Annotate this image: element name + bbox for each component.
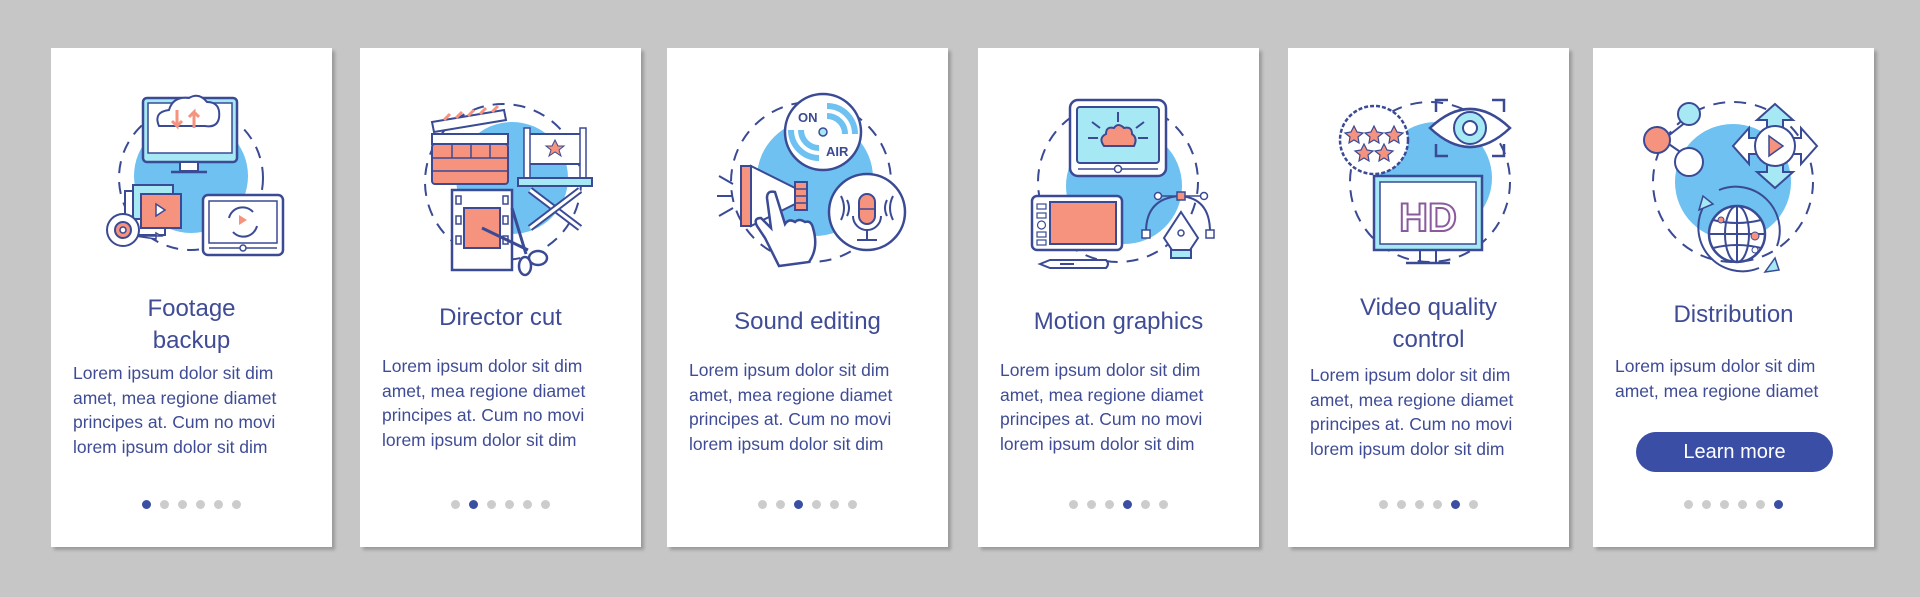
card-title: Distribution bbox=[1673, 301, 1794, 328]
page-indicator bbox=[1593, 500, 1874, 509]
page-dot-3[interactable] bbox=[1105, 500, 1114, 509]
page-dot-1[interactable] bbox=[1069, 500, 1078, 509]
card-title: Video quality control bbox=[1360, 294, 1497, 353]
card-title: Sound editing bbox=[734, 308, 881, 335]
page-indicator bbox=[360, 500, 641, 509]
distribution-illustration bbox=[1643, 101, 1819, 273]
page-dot-6[interactable] bbox=[1469, 500, 1478, 509]
card-description: Lorem ipsum dolor sit dim amet, mea regi… bbox=[73, 363, 277, 457]
page-dot-2[interactable] bbox=[1702, 500, 1711, 509]
onboarding-card-footage-backup: Footage backup Lorem ipsum dolor sit dim… bbox=[51, 48, 332, 547]
page-dot-4[interactable] bbox=[505, 500, 514, 509]
page-dot-3[interactable] bbox=[1415, 500, 1424, 509]
card-description: Lorem ipsum dolor sit dim amet, mea regi… bbox=[1310, 365, 1514, 459]
page-indicator bbox=[667, 500, 948, 509]
page-dot-6[interactable] bbox=[232, 500, 241, 509]
onboarding-card-video-quality-control: HD Video quality control Lorem ipsum dol… bbox=[1288, 48, 1569, 547]
hd-label: HD bbox=[1399, 196, 1457, 240]
page-dot-5[interactable] bbox=[214, 500, 223, 509]
page-dot-2[interactable] bbox=[160, 500, 169, 509]
card-description: Lorem ipsum dolor sit dim amet, mea regi… bbox=[382, 356, 586, 450]
page-dot-3-active[interactable] bbox=[794, 500, 803, 509]
page-dot-4[interactable] bbox=[812, 500, 821, 509]
motion-graphics-illustration bbox=[1030, 98, 1215, 269]
page-indicator bbox=[978, 500, 1259, 509]
sound-editing-illustration: ON AIR bbox=[717, 92, 907, 268]
on-label: ON bbox=[798, 110, 818, 125]
page-dot-4[interactable] bbox=[1433, 500, 1442, 509]
page-dot-5[interactable] bbox=[1756, 500, 1765, 509]
page-dot-6[interactable] bbox=[541, 500, 550, 509]
page-dot-5[interactable] bbox=[523, 500, 532, 509]
page-dot-2[interactable] bbox=[1087, 500, 1096, 509]
air-label: AIR bbox=[826, 144, 849, 159]
card-title: Motion graphics bbox=[1033, 308, 1204, 335]
director-cut-illustration bbox=[424, 103, 593, 277]
five-star-rating-badge-icon bbox=[1338, 104, 1410, 176]
page-dot-6[interactable] bbox=[1159, 500, 1168, 509]
card-title: Director cut bbox=[439, 304, 562, 331]
page-dot-5[interactable] bbox=[1141, 500, 1150, 509]
card-description: Lorem ipsum dolor sit dim amet, mea regi… bbox=[1615, 356, 1819, 401]
page-dot-5-active[interactable] bbox=[1451, 500, 1460, 509]
page-dot-2-active[interactable] bbox=[469, 500, 478, 509]
card-description: Lorem ipsum dolor sit dim amet, mea regi… bbox=[1000, 360, 1204, 454]
microphone-icon bbox=[827, 172, 907, 252]
card-title: Footage backup bbox=[147, 295, 236, 354]
learn-more-button[interactable]: Learn more bbox=[1636, 432, 1833, 472]
page-dot-1[interactable] bbox=[1379, 500, 1388, 509]
page-dot-2[interactable] bbox=[776, 500, 785, 509]
page-dot-3[interactable] bbox=[178, 500, 187, 509]
hd-monitor-icon: HD bbox=[1372, 174, 1484, 265]
page-indicator bbox=[51, 500, 332, 509]
page-dot-3[interactable] bbox=[487, 500, 496, 509]
page-dot-5[interactable] bbox=[830, 500, 839, 509]
video-quality-control-illustration: HD bbox=[1338, 98, 1512, 265]
footage-backup-illustration bbox=[106, 94, 285, 257]
page-dot-1[interactable] bbox=[758, 500, 767, 509]
page-dot-1-active[interactable] bbox=[142, 500, 151, 509]
gear-icon bbox=[106, 213, 140, 247]
page-indicator bbox=[1288, 500, 1569, 509]
tablet-screen-icon bbox=[1068, 98, 1168, 178]
page-dot-4-active[interactable] bbox=[1123, 500, 1132, 509]
page-dot-4[interactable] bbox=[196, 500, 205, 509]
film-strip-icon bbox=[450, 188, 514, 272]
page-dot-6[interactable] bbox=[848, 500, 857, 509]
page-dot-2[interactable] bbox=[1397, 500, 1406, 509]
tablet-sync-icon bbox=[201, 193, 285, 257]
page-dot-4[interactable] bbox=[1738, 500, 1747, 509]
page-dot-1[interactable] bbox=[1684, 500, 1693, 509]
card-description: Lorem ipsum dolor sit dim amet, mea regi… bbox=[689, 360, 893, 454]
onboarding-card-motion-graphics: Motion graphics Lorem ipsum dolor sit di… bbox=[978, 48, 1259, 547]
page-dot-6-active[interactable] bbox=[1774, 500, 1783, 509]
page-dot-1[interactable] bbox=[451, 500, 460, 509]
page-dot-3[interactable] bbox=[1720, 500, 1729, 509]
onboarding-card-distribution: Distribution Lorem ipsum dolor sit dim a… bbox=[1593, 48, 1874, 547]
clapperboard-icon bbox=[430, 104, 509, 185]
stylus-icon bbox=[1037, 259, 1109, 269]
onboarding-card-sound-editing: ON AIR Sound editing Lorem ipsum dolor s… bbox=[667, 48, 948, 547]
on-air-icon: ON AIR bbox=[783, 92, 863, 172]
drawing-tablet-icon bbox=[1030, 194, 1124, 252]
onboarding-card-director-cut: Director cut Lorem ipsum dolor sit dim a… bbox=[360, 48, 641, 547]
